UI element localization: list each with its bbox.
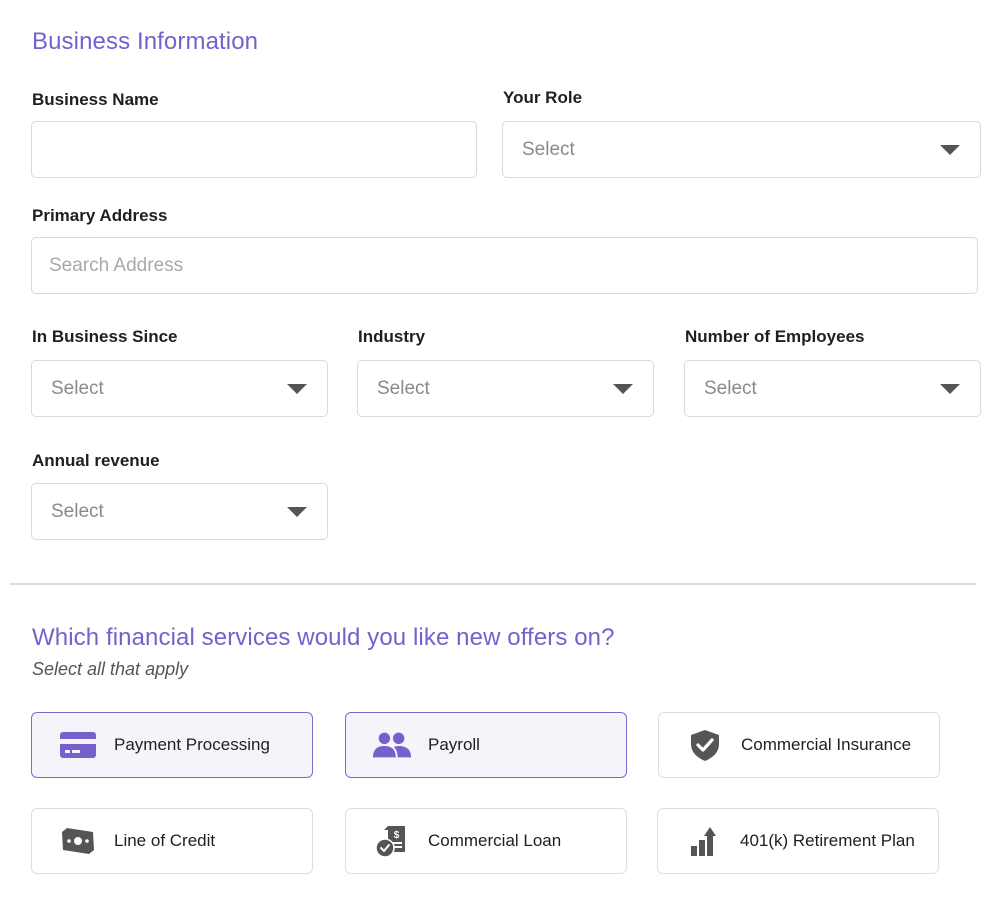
service-option-label: Payment Processing <box>114 735 270 754</box>
service-option-commercial-loan[interactable]: $ Commercial Loan <box>345 808 627 874</box>
your-role-select[interactable]: Select <box>502 121 981 178</box>
industry-label: Industry <box>358 327 426 346</box>
in-business-since-value: Select <box>51 377 104 399</box>
svg-text:$: $ <box>394 830 400 841</box>
service-option-label: Commercial Insurance <box>741 735 912 754</box>
service-option-label: Line of Credit <box>114 831 216 850</box>
in-business-since-label: In Business Since <box>32 327 178 346</box>
chevron-down-icon <box>287 383 307 394</box>
service-option-line-of-credit[interactable]: Line of Credit <box>31 808 313 874</box>
business-name-input[interactable] <box>31 121 477 178</box>
primary-address-input[interactable]: Search Address <box>31 237 978 294</box>
annual-revenue-select[interactable]: Select <box>31 483 328 540</box>
financial-services-subtitle: Select all that apply <box>32 659 189 679</box>
service-option-commercial-insurance[interactable]: Commercial Insurance <box>658 712 940 778</box>
primary-address-placeholder: Search Address <box>49 254 184 276</box>
annual-revenue-label: Annual revenue <box>32 451 160 470</box>
money-bill-icon <box>58 824 98 858</box>
annual-revenue-value: Select <box>51 500 104 522</box>
chevron-down-icon <box>940 144 960 155</box>
people-icon <box>372 728 412 762</box>
business-information-title: Business Information <box>32 28 259 55</box>
section-divider <box>10 583 976 585</box>
your-role-label: Your Role <box>503 88 583 107</box>
business-name-label: Business Name <box>32 90 159 109</box>
service-option-label: 401(k) Retirement Plan <box>740 831 915 850</box>
growth-chart-icon <box>684 824 724 858</box>
service-option-payroll[interactable]: Payroll <box>345 712 627 778</box>
service-option-payment-processing[interactable]: Payment Processing <box>31 712 313 778</box>
chevron-down-icon <box>287 506 307 517</box>
service-option-label: Payroll <box>428 735 480 754</box>
number-of-employees-select[interactable]: Select <box>684 360 981 417</box>
chevron-down-icon <box>613 383 633 394</box>
financial-services-title: Which financial services would you like … <box>32 624 615 651</box>
loan-document-icon: $ <box>372 824 412 858</box>
number-of-employees-value: Select <box>704 377 757 399</box>
service-option-label: Commercial Loan <box>428 831 562 850</box>
your-role-value: Select <box>522 138 575 160</box>
service-option-401k-retirement-plan[interactable]: 401(k) Retirement Plan <box>657 808 939 874</box>
credit-card-icon <box>58 728 98 762</box>
chevron-down-icon <box>940 383 960 394</box>
industry-value: Select <box>377 377 430 399</box>
primary-address-label: Primary Address <box>32 206 168 225</box>
shield-check-icon <box>685 728 725 762</box>
industry-select[interactable]: Select <box>357 360 654 417</box>
number-of-employees-label: Number of Employees <box>685 327 865 346</box>
in-business-since-select[interactable]: Select <box>31 360 328 417</box>
